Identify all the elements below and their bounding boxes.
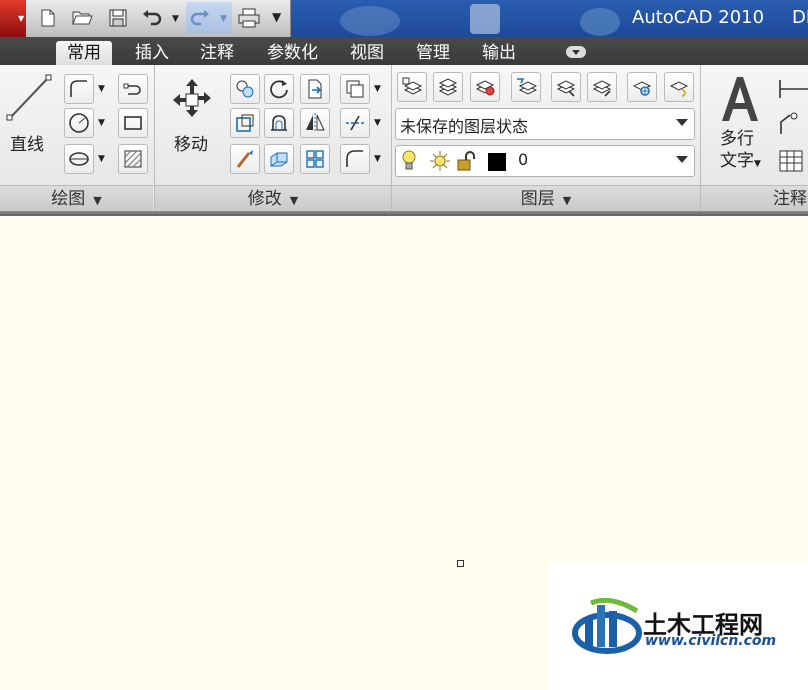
open-file-icon[interactable] (70, 6, 94, 30)
polyline-icon[interactable] (64, 74, 94, 104)
tab-home[interactable]: 常用 (56, 41, 112, 65)
desktop-decor (580, 8, 620, 36)
layer-stack-icon[interactable] (433, 72, 463, 102)
explode-icon[interactable] (340, 108, 370, 138)
layer-lock-icon[interactable] (664, 72, 694, 102)
modify-panel-title: 修改 (247, 189, 282, 209)
globe-logo-icon (572, 597, 642, 654)
tab-parametric[interactable]: 参数化 (256, 41, 329, 65)
line-button-label[interactable]: 直线 (10, 130, 44, 155)
watermark-url: www.civilcn.com (645, 633, 777, 649)
mirror-icon[interactable] (300, 108, 330, 138)
erase-icon[interactable] (340, 74, 370, 104)
mtext-button-label[interactable]: 多行 文字▼ (720, 128, 761, 175)
stretch-icon[interactable] (230, 108, 260, 138)
layer-state-dropdown[interactable]: 未保存的图层状态 (395, 108, 695, 140)
plot-icon[interactable] (237, 6, 261, 30)
layers-panel-title: 图层 (520, 189, 555, 209)
desktop-decor (340, 6, 400, 36)
tab-output[interactable]: 输出 (471, 41, 527, 65)
desktop-decor (470, 4, 500, 34)
mtext-label-line-2: 文字 (720, 151, 754, 171)
copy-icon[interactable] (230, 74, 260, 104)
ellipse-icon[interactable] (64, 144, 94, 174)
chevron-down-icon[interactable]: ▼ (374, 84, 381, 94)
circle-icon[interactable] (64, 108, 94, 138)
chevron-down-icon[interactable]: ▼ (374, 118, 381, 128)
undo-dropdown-icon[interactable]: ▼ (172, 14, 179, 24)
watermark-logo: 土木工程网 www.civilcn.com (549, 561, 808, 690)
chevron-down-icon: ▼ (562, 194, 572, 207)
move-icon[interactable] (168, 76, 216, 124)
layer-previous-icon[interactable] (511, 72, 541, 102)
layer-dropdown[interactable]: 0 (395, 145, 695, 177)
offset-icon[interactable] (264, 144, 294, 174)
tab-view[interactable]: 视图 (339, 41, 395, 65)
tab-annotate[interactable]: 注释 (189, 41, 245, 65)
redo-dropdown-icon[interactable]: ▼ (220, 14, 227, 24)
mtext-label-line-1: 多行 (720, 129, 754, 149)
customize-toolbar-icon[interactable]: ▼ (272, 10, 281, 24)
rotate-icon[interactable] (264, 74, 294, 104)
chevron-down-icon: ▼ (754, 159, 761, 169)
layer-state-value: 未保存的图层状态 (400, 117, 529, 136)
fillet-icon[interactable] (230, 144, 260, 174)
drawing-name: DI (792, 7, 808, 28)
chevron-down-icon (676, 119, 688, 126)
layer-isolate-icon[interactable] (470, 72, 500, 102)
annotation-panel-label[interactable]: 注释 (701, 185, 808, 211)
leader-icon[interactable] (778, 112, 808, 136)
chevron-down-icon: ▼ (18, 14, 25, 23)
tab-insert[interactable]: 插入 (124, 41, 180, 65)
new-file-icon[interactable] (36, 6, 60, 30)
hatch-icon[interactable] (118, 144, 148, 174)
rectangle-icon[interactable] (118, 108, 148, 138)
quick-access-toolbar: ▼ ▼ ▼ ▼ (0, 0, 291, 37)
chevron-down-icon[interactable]: ▼ (98, 118, 105, 128)
layer-match-icon[interactable] (551, 72, 581, 102)
linear-dimension-icon[interactable] (778, 78, 808, 100)
array-icon[interactable] (300, 144, 330, 174)
layer-color-swatch[interactable] (488, 153, 506, 171)
chevron-down-icon (676, 156, 688, 163)
arc-icon[interactable] (118, 74, 148, 104)
sun-icon[interactable] (429, 150, 451, 172)
layer-properties-icon[interactable] (397, 72, 427, 102)
table-icon[interactable] (778, 149, 804, 173)
layer-value: 0 (518, 150, 529, 169)
move-button-label[interactable]: 移动 (174, 130, 208, 155)
application-menu-button[interactable]: ▼ (0, 0, 26, 37)
window-title: AutoCAD 2010 (632, 7, 765, 28)
save-icon[interactable] (106, 6, 130, 30)
modify-panel-label[interactable]: 修改 ▼ (155, 185, 391, 212)
unlock-icon[interactable] (456, 150, 480, 172)
scale-icon[interactable] (264, 108, 294, 138)
layer-change-icon[interactable] (587, 72, 617, 102)
ribbon-minimize-button[interactable] (566, 46, 586, 58)
chevron-down-icon: ▼ (93, 194, 102, 207)
ribbon-tab-bar (0, 37, 808, 65)
line-icon[interactable] (6, 74, 52, 124)
tab-manage[interactable]: 管理 (405, 41, 461, 65)
cursor-pickbox (457, 560, 464, 567)
layer-off-icon[interactable] (627, 72, 657, 102)
lightbulb-icon[interactable] (401, 150, 417, 172)
undo-icon[interactable] (140, 6, 164, 30)
layers-panel-label[interactable]: 图层 ▼ (392, 185, 700, 212)
redo-icon[interactable] (188, 6, 212, 30)
chevron-down-icon[interactable]: ▼ (98, 84, 105, 94)
trim-icon[interactable] (300, 74, 330, 104)
chevron-down-icon[interactable]: ▼ (374, 154, 381, 164)
draw-panel-title: 绘图 (51, 189, 86, 209)
draw-panel-label[interactable]: 绘图 ▼ (0, 185, 153, 212)
chamfer-icon[interactable] (340, 144, 370, 174)
mtext-icon[interactable] (718, 73, 762, 125)
chevron-down-icon[interactable]: ▼ (98, 154, 105, 164)
chevron-down-icon: ▼ (289, 194, 299, 207)
